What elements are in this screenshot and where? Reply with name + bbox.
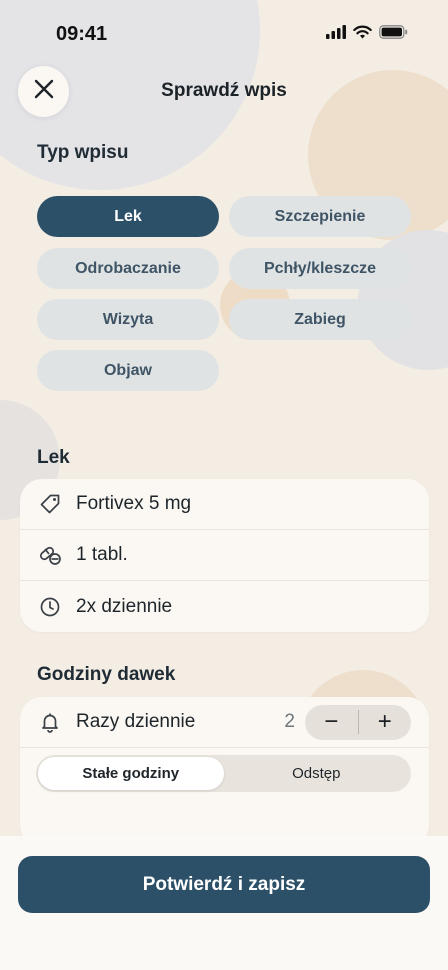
wifi-icon bbox=[353, 25, 372, 44]
times-per-day-stepper: − + bbox=[305, 704, 412, 740]
medicine-card: Fortivex 5 mg 1 tabl. 2x dziennie bbox=[20, 479, 429, 632]
chip-objaw[interactable]: Objaw bbox=[37, 350, 219, 391]
segment-interval[interactable]: Odstęp bbox=[224, 757, 410, 790]
segment-fixed-hours[interactable]: Stałe godziny bbox=[38, 757, 224, 790]
status-icons bbox=[326, 24, 408, 44]
medicine-label: Lek bbox=[37, 447, 70, 468]
increment-button[interactable]: + bbox=[359, 705, 412, 740]
times-per-day-row: Razy dziennie 2 − + bbox=[20, 697, 429, 748]
signal-icon bbox=[326, 24, 346, 44]
times-per-day-value: 2 bbox=[284, 711, 295, 732]
entry-type-label: Typ wpisu bbox=[37, 142, 129, 163]
footer: Potwierdź i zapisz bbox=[0, 836, 448, 970]
doses-card: Razy dziennie 2 − + Stałe godziny Odstęp bbox=[20, 697, 429, 847]
page-title: Sprawdź wpis bbox=[161, 80, 287, 101]
tag-icon bbox=[38, 492, 62, 516]
schedule-mode-row: Stałe godziny Odstęp bbox=[20, 748, 429, 799]
chip-zabieg[interactable]: Zabieg bbox=[229, 299, 411, 340]
chip-pchly-kleszcze[interactable]: Pchły/kleszcze bbox=[229, 248, 411, 289]
chip-wizyta[interactable]: Wizyta bbox=[37, 299, 219, 340]
bell-icon bbox=[38, 710, 62, 734]
status-bar: 09:41 bbox=[0, 0, 448, 68]
battery-icon bbox=[379, 24, 408, 44]
chip-lek[interactable]: Lek bbox=[37, 196, 219, 237]
status-time: 09:41 bbox=[56, 22, 108, 45]
doses-label: Godziny dawek bbox=[37, 664, 176, 685]
schedule-mode-control: Stałe godziny Odstęp bbox=[36, 755, 411, 792]
chip-odrobaczanie[interactable]: Odrobaczanie bbox=[37, 248, 219, 289]
header: Sprawdź wpis bbox=[0, 66, 448, 120]
pill-icon bbox=[38, 543, 62, 567]
dose-text: 1 tabl. bbox=[76, 544, 128, 565]
clock-icon bbox=[38, 595, 62, 619]
chip-szczepienie[interactable]: Szczepienie bbox=[229, 196, 411, 237]
medicine-name-row[interactable]: Fortivex 5 mg bbox=[20, 479, 429, 530]
times-per-day-label: Razy dziennie bbox=[76, 711, 196, 732]
confirm-save-button[interactable]: Potwierdź i zapisz bbox=[18, 856, 430, 913]
decrement-button[interactable]: − bbox=[305, 705, 358, 740]
frequency-text: 2x dziennie bbox=[76, 595, 173, 617]
medicine-name: Fortivex 5 mg bbox=[76, 493, 192, 514]
frequency-row[interactable]: 2x dziennie bbox=[20, 581, 429, 632]
dose-row[interactable]: 1 tabl. bbox=[20, 530, 429, 581]
